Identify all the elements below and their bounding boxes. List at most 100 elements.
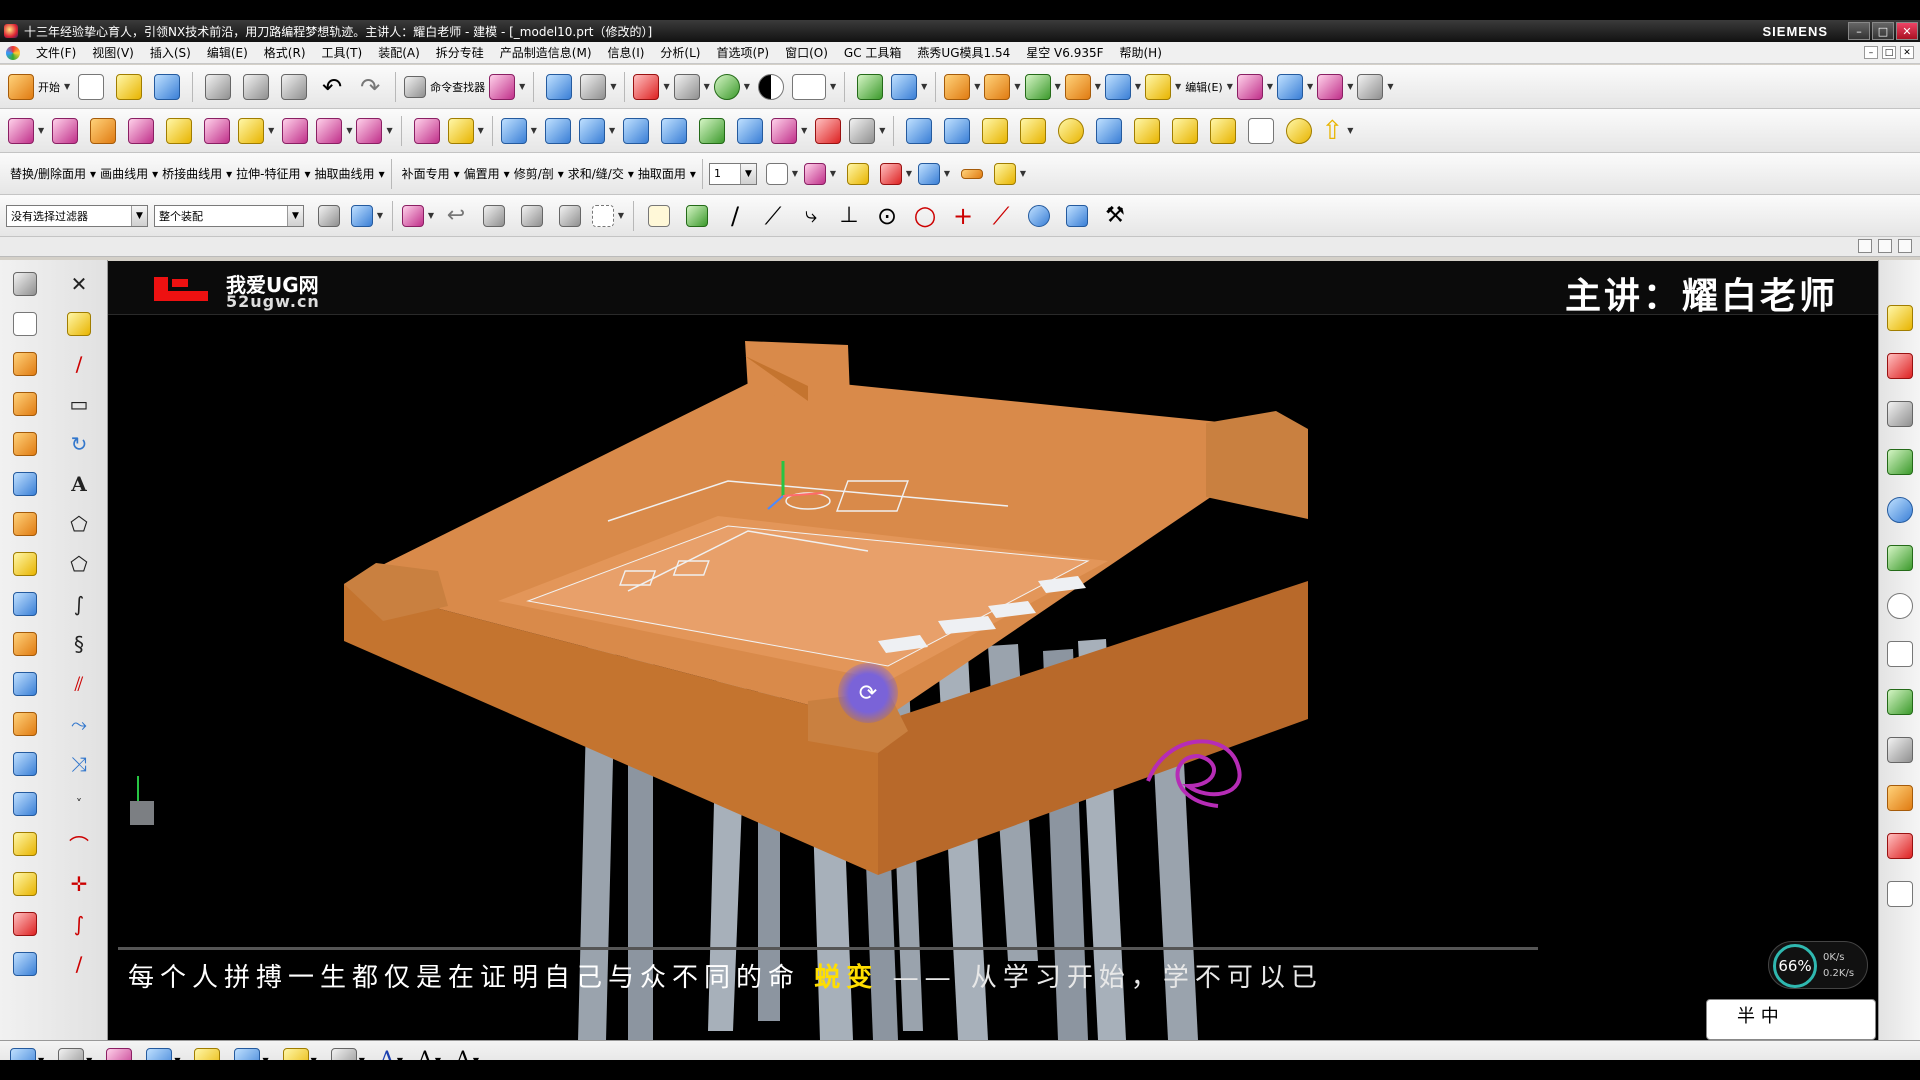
cube-tool-button[interactable]: ▼ (1104, 69, 1141, 105)
maximize-button[interactable]: □ (1872, 22, 1894, 40)
left-tool-6[interactable] (10, 470, 40, 498)
expand-icon[interactable] (1898, 239, 1912, 253)
close-button[interactable]: ✕ (1896, 22, 1918, 40)
menu-tools[interactable]: 工具(T) (314, 44, 371, 61)
doc-restore-button[interactable]: □ (1882, 46, 1896, 59)
left-curve-tool-15[interactable]: ⌒ (64, 830, 94, 858)
feature-btn-33[interactable] (1282, 113, 1316, 149)
left-tool-13[interactable] (10, 750, 40, 778)
feature-btn-32[interactable] (1244, 113, 1278, 149)
menu-gc-toolkit[interactable]: GC 工具箱 (836, 44, 910, 61)
feature-btn-28[interactable] (1092, 113, 1126, 149)
feature-btn-11[interactable] (410, 113, 444, 149)
feature-btn-19[interactable] (733, 113, 767, 149)
paste-button[interactable] (277, 69, 311, 105)
feature-btn-3[interactable] (86, 113, 120, 149)
left-curve-tool-8[interactable]: ⬠ (64, 550, 94, 578)
menu-trim-section[interactable]: 修剪/剖 (510, 165, 558, 182)
left-curve-tool-5[interactable]: ↻ (64, 430, 94, 458)
left-curve-tool-11[interactable]: ⫽ (64, 670, 94, 698)
box-select-button[interactable]: ▼ (591, 198, 625, 234)
performance-widget[interactable]: 66% 0K/s 0.2K/s (1768, 941, 1868, 989)
feature-btn-31[interactable] (1206, 113, 1240, 149)
feature-btn-10[interactable]: ▼ (356, 113, 393, 149)
menu-view[interactable]: 视图(V) (84, 44, 142, 61)
sheet-button[interactable]: ▼ (1357, 69, 1394, 105)
text-find-button[interactable]: A▼ (417, 1048, 441, 1060)
feature-btn-26[interactable] (1016, 113, 1050, 149)
left-tool-8[interactable] (10, 550, 40, 578)
menu-assembly[interactable]: 装配(A) (370, 44, 428, 61)
left-curve-tool-13[interactable]: ⤨ (64, 750, 94, 778)
snap-enable-button[interactable] (642, 198, 676, 234)
new-button[interactable] (74, 69, 108, 105)
deselect-button[interactable]: ↩ (439, 198, 473, 234)
move-object-button[interactable]: ▼ (580, 69, 616, 105)
history-tab[interactable] (1886, 544, 1914, 572)
left-curve-tool-12[interactable]: ⤳ (64, 710, 94, 738)
surface-edit-button[interactable]: ▼ (1236, 69, 1273, 105)
menu-extract-curve[interactable]: 抽取曲线用 (311, 165, 379, 182)
redo-button[interactable]: ↷ (353, 69, 387, 105)
feature-btn-13[interactable]: ▼ (500, 113, 537, 149)
bottom-tool-6[interactable]: ▼ (234, 1047, 269, 1060)
left-tool-9[interactable] (10, 590, 40, 618)
text-size-button[interactable]: A▼ (455, 1048, 479, 1060)
feature-btn-4[interactable] (124, 113, 158, 149)
selection-tool-button[interactable]: ▼ (489, 69, 525, 105)
system-scene-tab[interactable] (1886, 832, 1914, 860)
feature-select-button[interactable] (477, 198, 511, 234)
menu-analysis[interactable]: 分析(L) (652, 44, 708, 61)
menu-help[interactable]: 帮助(H) (1112, 44, 1170, 61)
snap-on-face-button[interactable] (1022, 198, 1056, 234)
left-tool-5[interactable] (10, 430, 40, 458)
feature-btn-18[interactable] (695, 113, 729, 149)
tools-button[interactable]: ⚒ (1098, 198, 1132, 234)
menu-extract-face[interactable]: 抽取面用 (634, 165, 690, 182)
copy-button[interactable] (239, 69, 273, 105)
left-tool-2[interactable] (10, 310, 40, 338)
undo-button[interactable]: ↶ (315, 69, 349, 105)
bottom-tool-7[interactable]: ▼ (282, 1047, 317, 1060)
assembly-navigator-tab[interactable] (1886, 304, 1914, 332)
feature-btn-1[interactable]: ▼ (8, 113, 44, 149)
left-curve-tool-14[interactable]: ˅ (64, 790, 94, 818)
snap-body-button[interactable] (1060, 198, 1094, 234)
sphere-view-button[interactable]: ▼ (713, 69, 750, 105)
feature-btn-7[interactable]: ▼ (238, 113, 274, 149)
menu-pmi[interactable]: 产品制造信息(M) (492, 44, 600, 61)
start-button[interactable]: 开始 ▼ (8, 69, 70, 105)
menu-extrude-feature[interactable]: 拉伸-特征用 (232, 165, 304, 182)
snap-midpoint-button[interactable]: ⟋ (756, 198, 790, 234)
command-finder-button[interactable]: 命令查找器 (404, 69, 485, 105)
feature-btn-24[interactable] (940, 113, 974, 149)
color-picker-button[interactable] (841, 156, 875, 192)
book-tool-button[interactable]: ▼ (944, 69, 980, 105)
mold-model-view[interactable] (108, 261, 1878, 1040)
feature-btn-12[interactable]: ▼ (447, 113, 484, 149)
doc-minimize-button[interactable]: – (1864, 46, 1878, 59)
left-curve-tool-3[interactable]: ∕ (64, 350, 94, 378)
face-edit-button[interactable]: ▼ (1277, 69, 1313, 105)
feature-btn-22[interactable]: ▼ (849, 113, 885, 149)
feature-btn-17[interactable] (657, 113, 691, 149)
snap-intersection-button[interactable]: ⊥ (832, 198, 866, 234)
left-tool-3[interactable] (10, 350, 40, 378)
left-tool-17[interactable] (10, 910, 40, 938)
menu-information[interactable]: 信息(I) (600, 44, 653, 61)
left-curve-tool-16[interactable]: ✛ (64, 870, 94, 898)
snap-endpoint-button[interactable]: ∕ (718, 198, 752, 234)
left-tool-1[interactable] (10, 270, 40, 298)
ruler-button[interactable] (955, 156, 989, 192)
left-curve-tool-17[interactable]: ∫ (64, 910, 94, 938)
show-hide-button[interactable]: ▼ (879, 156, 913, 192)
menu-replace-delete-face[interactable]: 替换/删除面用 (6, 165, 90, 182)
left-tool-18[interactable] (10, 950, 40, 978)
snap-on-curve-button[interactable]: ⟋ (984, 198, 1018, 234)
bottom-tool-3[interactable] (106, 1047, 133, 1060)
web-browser-tab[interactable] (1886, 496, 1914, 524)
move-to-layer-button[interactable]: ▼ (803, 156, 837, 192)
measure-button[interactable]: ▼ (917, 156, 951, 192)
doc-close-button[interactable]: ✕ (1900, 46, 1914, 59)
edit-menu-button[interactable]: 编辑(E) ▼ (1185, 69, 1233, 105)
